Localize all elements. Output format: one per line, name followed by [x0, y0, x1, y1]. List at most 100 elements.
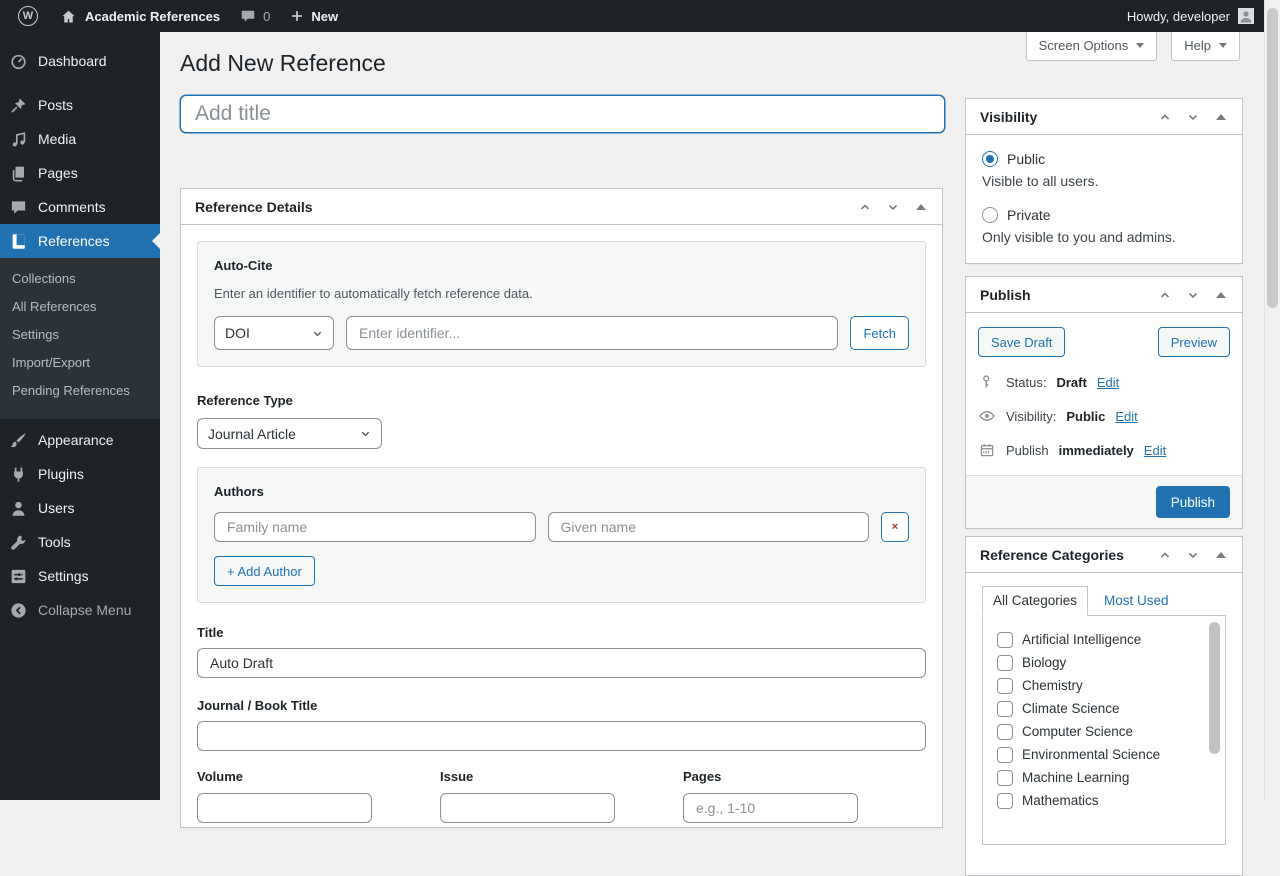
- sidebar-item-appearance[interactable]: Appearance: [0, 423, 160, 457]
- sidebar-item-label: Dashboard: [38, 53, 107, 69]
- wordpress-logo-icon: W: [18, 6, 38, 26]
- move-up-icon[interactable]: [854, 196, 876, 218]
- visibility-row: Visibility: Public Edit: [978, 407, 1230, 425]
- sidebar-item-tools[interactable]: Tools: [0, 525, 160, 559]
- submenu-item-collections[interactable]: Collections: [0, 265, 160, 293]
- toggle-panel-icon[interactable]: [1210, 544, 1232, 566]
- move-up-icon[interactable]: [1154, 544, 1176, 566]
- status-value: Draft: [1056, 375, 1086, 390]
- site-home-link[interactable]: Academic References: [48, 0, 230, 32]
- new-content-button[interactable]: New: [280, 0, 348, 32]
- account-menu[interactable]: Howdy, developer: [1127, 0, 1280, 32]
- sidebar-item-media[interactable]: Media: [0, 122, 160, 156]
- author-family-name-input[interactable]: [214, 512, 536, 542]
- category-checkbox[interactable]: [997, 655, 1013, 671]
- edit-status-link[interactable]: Edit: [1097, 375, 1119, 390]
- category-label: Computer Science: [1022, 724, 1133, 739]
- toggle-panel-icon[interactable]: [1210, 106, 1232, 128]
- category-item[interactable]: Climate Science: [997, 697, 1199, 720]
- metabox-title: Reference Categories: [980, 547, 1124, 563]
- sidebar-item-pages[interactable]: Pages: [0, 156, 160, 190]
- wordpress-menu-button[interactable]: W: [8, 0, 48, 32]
- category-label: Environmental Science: [1022, 747, 1160, 762]
- category-list-scrollbar[interactable]: [1209, 622, 1220, 754]
- user-avatar: [1238, 8, 1254, 24]
- collapse-menu-button[interactable]: Collapse Menu: [0, 593, 160, 627]
- category-checkbox[interactable]: [997, 632, 1013, 648]
- post-title-input[interactable]: [180, 95, 945, 133]
- category-checkbox[interactable]: [997, 747, 1013, 763]
- tab-all-categories[interactable]: All Categories: [982, 586, 1088, 616]
- edit-publish-date-link[interactable]: Edit: [1144, 443, 1166, 458]
- volume-field-label: Volume: [197, 769, 440, 784]
- submenu-item-import-export[interactable]: Import/Export: [0, 349, 160, 377]
- sidebar-item-dashboard[interactable]: Dashboard: [0, 44, 160, 78]
- category-item[interactable]: Machine Learning: [997, 766, 1199, 789]
- remove-author-button[interactable]: ×: [881, 512, 909, 542]
- toggle-panel-icon[interactable]: [1210, 284, 1232, 306]
- page-scrollbar-track[interactable]: [1264, 0, 1280, 800]
- sidebar-item-references[interactable]: References: [0, 224, 160, 258]
- category-checkbox[interactable]: [997, 793, 1013, 809]
- submenu-item-settings[interactable]: Settings: [0, 321, 160, 349]
- category-checkbox[interactable]: [997, 678, 1013, 694]
- category-item[interactable]: Environmental Science: [997, 743, 1199, 766]
- move-down-icon[interactable]: [1182, 544, 1204, 566]
- radio-public[interactable]: [982, 151, 998, 167]
- move-down-icon[interactable]: [1182, 284, 1204, 306]
- screen-options-tab[interactable]: Screen Options: [1026, 32, 1158, 61]
- pages-field-input[interactable]: [683, 793, 858, 823]
- visibility-public-option[interactable]: Public: [982, 151, 1226, 167]
- page-scrollbar-thumb[interactable]: [1267, 8, 1278, 308]
- sidebar-item-comments[interactable]: Comments: [0, 190, 160, 224]
- preview-button[interactable]: Preview: [1158, 327, 1230, 357]
- collapse-arrow-icon: [8, 600, 28, 620]
- reference-type-select[interactable]: Journal Article: [197, 418, 382, 449]
- book-icon: [8, 231, 28, 251]
- category-item[interactable]: Artificial Intelligence: [997, 628, 1199, 651]
- private-option-label[interactable]: Private: [1007, 207, 1051, 223]
- screen-meta-links: Screen Options Help: [1026, 32, 1240, 61]
- category-label: Artificial Intelligence: [1022, 632, 1141, 647]
- category-checkbox[interactable]: [997, 724, 1013, 740]
- category-label: Machine Learning: [1022, 770, 1129, 785]
- radio-private[interactable]: [982, 207, 998, 223]
- publish-button[interactable]: Publish: [1156, 486, 1230, 518]
- save-draft-button[interactable]: Save Draft: [978, 327, 1065, 357]
- category-checkbox[interactable]: [997, 701, 1013, 717]
- category-checkbox[interactable]: [997, 770, 1013, 786]
- title-field-input[interactable]: [197, 648, 926, 678]
- publish-footer: Publish: [966, 475, 1242, 528]
- category-item[interactable]: Mathematics: [997, 789, 1199, 812]
- plus-icon: [290, 9, 304, 23]
- sidebar-item-settings[interactable]: Settings: [0, 559, 160, 593]
- sidebar-item-users[interactable]: Users: [0, 491, 160, 525]
- tab-most-used[interactable]: Most Used: [1104, 593, 1169, 608]
- journal-field-input[interactable]: [197, 721, 926, 751]
- category-item[interactable]: Chemistry: [997, 674, 1199, 697]
- category-item[interactable]: Biology: [997, 651, 1199, 674]
- move-up-icon[interactable]: [1154, 284, 1176, 306]
- volume-field-input[interactable]: [197, 793, 372, 823]
- help-tab[interactable]: Help: [1171, 32, 1240, 61]
- identifier-input[interactable]: [346, 316, 838, 350]
- public-option-label[interactable]: Public: [1007, 151, 1045, 167]
- visibility-private-option[interactable]: Private: [982, 207, 1226, 223]
- submenu-item-all-references[interactable]: All References: [0, 293, 160, 321]
- comments-admin-link[interactable]: 0: [230, 0, 280, 32]
- sidebar-item-plugins[interactable]: Plugins: [0, 457, 160, 491]
- add-author-button[interactable]: + Add Author: [214, 556, 315, 586]
- move-down-icon[interactable]: [882, 196, 904, 218]
- fetch-button[interactable]: Fetch: [850, 316, 909, 350]
- move-down-icon[interactable]: [1182, 106, 1204, 128]
- identifier-type-select[interactable]: DOI: [214, 316, 334, 350]
- author-given-name-input[interactable]: [548, 512, 870, 542]
- category-item[interactable]: Computer Science: [997, 720, 1199, 743]
- submenu-item-pending-references[interactable]: Pending References: [0, 377, 160, 405]
- sidebar-item-posts[interactable]: Posts: [0, 88, 160, 122]
- issue-field-input[interactable]: [440, 793, 615, 823]
- toggle-panel-icon[interactable]: [910, 196, 932, 218]
- edit-visibility-link[interactable]: Edit: [1115, 409, 1137, 424]
- move-up-icon[interactable]: [1154, 106, 1176, 128]
- chevron-down-icon: [360, 428, 371, 439]
